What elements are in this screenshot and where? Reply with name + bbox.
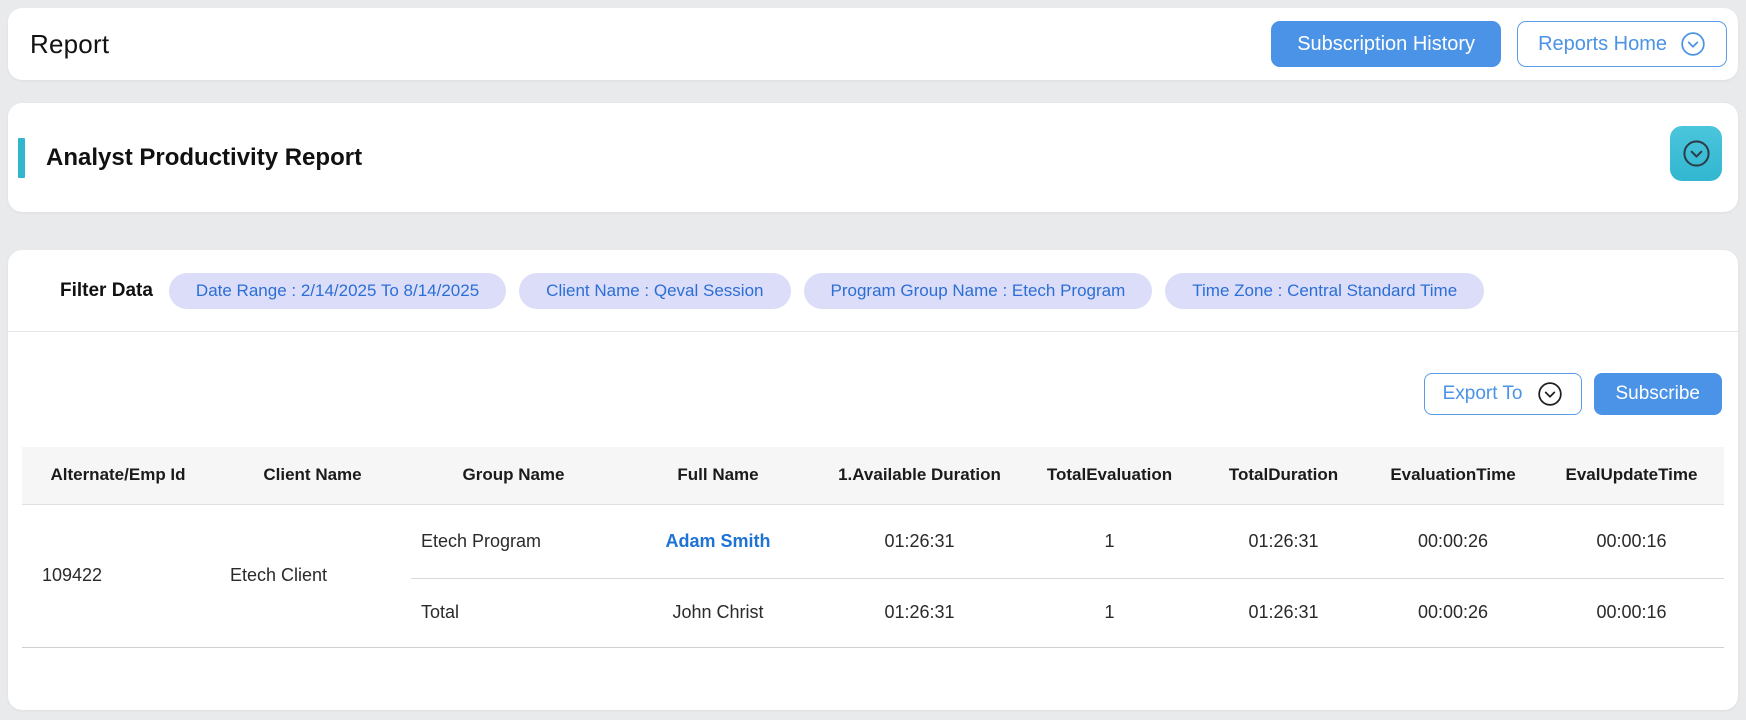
- table-row: 109422 Etech Client Etech Program Adam S…: [22, 504, 1724, 578]
- column-header: 1.Available Duration: [820, 447, 1019, 504]
- column-header: TotalDuration: [1200, 447, 1367, 504]
- chevron-down-circle-icon: [1537, 381, 1563, 407]
- table-actions: Export To Subscribe: [1424, 373, 1722, 415]
- column-header: Client Name: [214, 447, 411, 504]
- report-table-wrapper: Alternate/Emp Id Client Name Group Name …: [22, 447, 1724, 648]
- filter-chip-date-range[interactable]: Date Range : 2/14/2025 To 8/14/2025: [169, 273, 506, 309]
- report-content-card: Filter Data Date Range : 2/14/2025 To 8/…: [8, 250, 1738, 710]
- cell-group-name: Etech Program: [411, 504, 616, 578]
- cell-full-name: John Christ: [616, 578, 820, 647]
- report-header-card: Analyst Productivity Report: [8, 103, 1738, 212]
- column-header: TotalEvaluation: [1019, 447, 1200, 504]
- cell-total-duration: 01:26:31: [1200, 504, 1367, 578]
- reports-home-label: Reports Home: [1538, 33, 1667, 56]
- column-header: Alternate/Emp Id: [22, 447, 214, 504]
- analyst-name-link[interactable]: Adam Smith: [665, 531, 770, 551]
- cell-evaluation-time: 00:00:26: [1367, 578, 1539, 647]
- chevron-down-circle-icon: [1680, 31, 1706, 57]
- cell-total-duration: 01:26:31: [1200, 578, 1367, 647]
- subscription-history-button[interactable]: Subscription History: [1271, 21, 1501, 67]
- filter-chip-client-name[interactable]: Client Name : Qeval Session: [519, 273, 790, 309]
- collapse-report-button[interactable]: [1670, 126, 1722, 181]
- cell-group-name: Total: [411, 578, 616, 647]
- cell-eval-update-time: 00:00:16: [1539, 504, 1724, 578]
- filter-data-label: Filter Data: [60, 280, 153, 302]
- cell-available-duration: 01:26:31: [820, 504, 1019, 578]
- top-bar: Report Subscription History Reports Home: [8, 8, 1738, 80]
- export-to-label: Export To: [1443, 383, 1523, 405]
- cell-client-name: Etech Client: [214, 504, 411, 647]
- page-title: Report: [30, 29, 109, 60]
- cell-alternate-emp-id: 109422: [22, 504, 214, 647]
- cell-available-duration: 01:26:31: [820, 578, 1019, 647]
- table-header-row: Alternate/Emp Id Client Name Group Name …: [22, 447, 1724, 504]
- cell-total-evaluation: 1: [1019, 578, 1200, 647]
- filter-section: Filter Data Date Range : 2/14/2025 To 8/…: [8, 250, 1738, 332]
- column-header: EvalUpdateTime: [1539, 447, 1724, 504]
- column-header: Group Name: [411, 447, 616, 504]
- chevron-down-circle-icon: [1682, 139, 1711, 168]
- column-header: EvaluationTime: [1367, 447, 1539, 504]
- filter-chip-program-group[interactable]: Program Group Name : Etech Program: [804, 273, 1153, 309]
- cell-total-evaluation: 1: [1019, 504, 1200, 578]
- cell-full-name: Adam Smith: [616, 504, 820, 578]
- subscribe-button[interactable]: Subscribe: [1594, 373, 1723, 415]
- accent-bar: [18, 138, 25, 178]
- column-header: Full Name: [616, 447, 820, 504]
- export-to-button[interactable]: Export To: [1424, 373, 1582, 415]
- cell-eval-update-time: 00:00:16: [1539, 578, 1724, 647]
- report-title-row: Analyst Productivity Report: [8, 103, 1738, 212]
- cell-evaluation-time: 00:00:26: [1367, 504, 1539, 578]
- filter-chip-time-zone[interactable]: Time Zone : Central Standard Time: [1165, 273, 1484, 309]
- reports-home-button[interactable]: Reports Home: [1517, 21, 1727, 67]
- report-name: Analyst Productivity Report: [46, 144, 362, 172]
- report-table: Alternate/Emp Id Client Name Group Name …: [22, 447, 1724, 648]
